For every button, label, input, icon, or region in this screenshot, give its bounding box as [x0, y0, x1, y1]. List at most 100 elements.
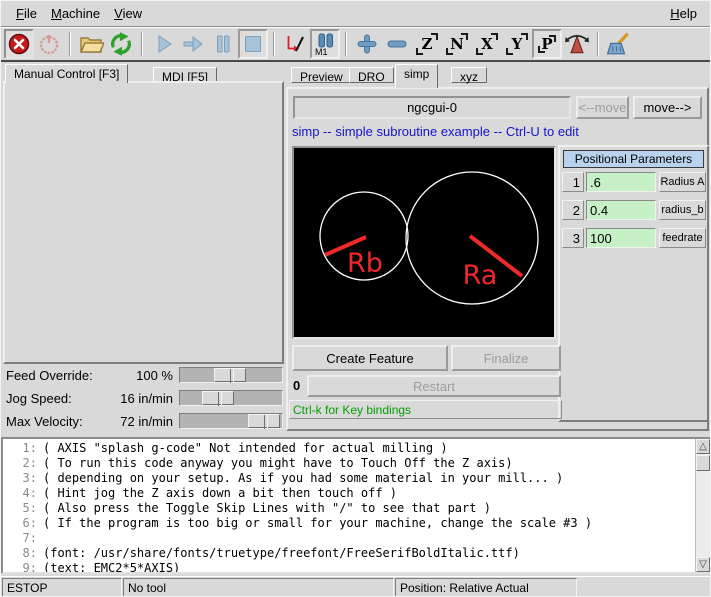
bracket-mark — [416, 48, 423, 55]
gcode-line: 1:( AXIS "splash g-code" Not intended fo… — [7, 441, 710, 456]
positional-parameters-header: Positional Parameters — [563, 150, 704, 168]
machine-power-button[interactable] — [34, 29, 64, 59]
move-right-button[interactable]: move--> — [633, 96, 702, 119]
tab-preview[interactable]: Preview — [291, 67, 352, 83]
optional-pause-m1-icon: M1 — [313, 32, 337, 56]
status-machine-state: ESTOP — [2, 578, 122, 597]
gcode-line: 8:(font: /usr/share/fonts/truetype/freef… — [7, 546, 710, 561]
feed-override-slider[interactable] — [179, 367, 283, 383]
feed-override-value: 100 % — [103, 368, 173, 383]
zoom-in-button[interactable] — [352, 29, 382, 59]
gcode-line: 5:( Also press the Toggle Skip Lines wit… — [7, 501, 710, 516]
gcode-line: 6:( If the program is too big or small f… — [7, 516, 710, 531]
finalize-button[interactable]: Finalize — [451, 345, 561, 371]
ngcgui-preview-canvas[interactable]: Rb Ra — [292, 146, 556, 339]
open-file-button[interactable] — [76, 29, 106, 59]
bracket-mark — [431, 33, 438, 40]
gcode-text-view[interactable]: 1:( AXIS "splash g-code" Not intended fo… — [1, 437, 711, 574]
bracket-mark — [491, 33, 498, 40]
subroutine-description: simp -- simple subroutine example -- Ctr… — [292, 124, 579, 139]
menu-view[interactable]: View — [107, 3, 149, 24]
param-2-name: radius_b — [659, 200, 706, 220]
step-button[interactable] — [178, 29, 208, 59]
slider-handle[interactable] — [214, 368, 246, 382]
toolbar-separator — [345, 32, 347, 56]
zoom-out-button[interactable] — [382, 29, 412, 59]
gcode-line: 4:( Hint jog the Z axis down a bit then … — [7, 486, 710, 501]
scroll-down-icon[interactable]: ▽ — [696, 557, 710, 572]
max-velocity-slider[interactable] — [179, 413, 283, 429]
stop-button[interactable] — [238, 29, 268, 59]
machine-power-icon — [37, 32, 61, 56]
pause-button[interactable] — [208, 29, 238, 59]
subroutine-preview-drawing: Rb Ra — [294, 148, 554, 337]
scroll-up-icon[interactable]: △ — [696, 439, 710, 454]
optional-pause-button[interactable]: M1 — [310, 29, 340, 59]
estop-button[interactable] — [4, 29, 34, 59]
pause-icon — [211, 32, 235, 56]
reload-button[interactable] — [106, 29, 136, 59]
status-bar: ESTOP No tool Position: Relative Actual — [1, 576, 711, 597]
bracket-mark — [506, 48, 513, 55]
toolbar-separator — [597, 32, 599, 56]
clear-plot-button[interactable] — [604, 29, 634, 59]
toolbar-separator — [273, 32, 275, 56]
view-front-button[interactable]: Y — [502, 29, 532, 59]
menu-machine[interactable]: Machine — [44, 3, 107, 24]
skip-lines-icon — [283, 32, 307, 56]
param-1-entry[interactable]: .6 — [586, 172, 656, 192]
jog-speed-label: Jog Speed: — [6, 391, 72, 406]
feed-override-label: Feed Override: — [6, 368, 93, 383]
reload-icon — [108, 31, 134, 57]
toggle-skip-lines-button[interactable] — [280, 29, 310, 59]
toolbar-separator — [69, 32, 71, 56]
jog-speed-slider[interactable] — [179, 390, 283, 406]
slider-handle[interactable] — [248, 414, 280, 428]
step-icon — [181, 32, 205, 56]
run-icon — [151, 32, 175, 56]
move-left-button[interactable]: <--move — [576, 96, 629, 119]
tab-manual-control[interactable]: Manual Control [F3] — [5, 64, 128, 83]
gcode-scrollbar[interactable]: △ ▽ — [695, 439, 710, 572]
gcode-line: 3:( depending on your setup. As if you h… — [7, 471, 710, 486]
restart-button[interactable]: Restart — [307, 375, 561, 397]
bracket-mark — [461, 33, 468, 40]
tab-xyz[interactable]: xyz — [451, 67, 487, 83]
bracket-mark — [446, 48, 453, 55]
stop-icon — [241, 32, 265, 56]
open-folder-icon — [78, 32, 104, 56]
toolbar-separator — [141, 32, 143, 56]
view-rotated-top-button[interactable]: N — [442, 29, 472, 59]
view-perspective-button[interactable]: P — [532, 29, 562, 59]
estop-icon — [7, 32, 31, 56]
bracket-mark — [538, 46, 545, 53]
menu-bar: File Machine View Help — [1, 1, 711, 27]
scrollbar-thumb[interactable] — [696, 455, 710, 471]
tab-dro[interactable]: DRO — [349, 67, 394, 83]
param-2-index: 2 — [562, 200, 584, 220]
param-2-entry[interactable]: 0.4 — [586, 200, 656, 220]
view-top-button[interactable]: Z — [412, 29, 442, 59]
key-bindings-hint: Ctrl-k for Key bindings — [289, 400, 562, 419]
axis-main-window: File Machine View Help — [0, 0, 711, 597]
view-side-button[interactable]: X — [472, 29, 502, 59]
menu-file[interactable]: File — [9, 3, 44, 24]
param-3-entry[interactable]: 100 — [586, 228, 656, 248]
radius-a-label: Ra — [463, 260, 498, 291]
ngcgui-instance-field: ngcgui-0 — [293, 96, 571, 119]
tab-simp[interactable]: simp — [395, 64, 438, 88]
status-tool: No tool — [123, 578, 394, 597]
gcode-line: 9:(text: EMC2*5*AXIS) — [7, 561, 710, 574]
svg-text:M1: M1 — [315, 47, 328, 56]
param-1-index: 1 — [562, 172, 584, 192]
rotate-view-button[interactable] — [562, 29, 592, 59]
param-3-name: feedrate — [659, 228, 706, 248]
bracket-mark — [549, 35, 556, 42]
gcode-line: 2:( To run this code anyway you might ha… — [7, 456, 710, 471]
run-button[interactable] — [148, 29, 178, 59]
menu-help[interactable]: Help — [663, 3, 704, 24]
create-feature-button[interactable]: Create Feature — [292, 345, 448, 371]
bracket-mark — [521, 33, 528, 40]
slider-handle[interactable] — [202, 391, 234, 405]
bracket-mark — [476, 48, 483, 55]
